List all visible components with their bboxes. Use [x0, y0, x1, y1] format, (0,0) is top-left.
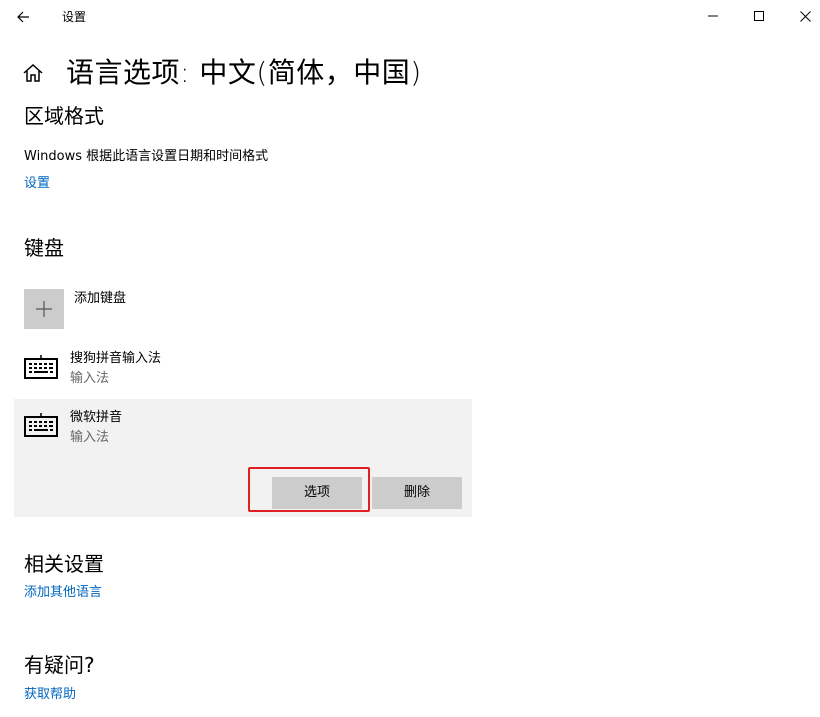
regional-format-description: Windows 根据此语言设置日期和时间格式	[24, 149, 269, 164]
home-button[interactable]	[22, 62, 46, 86]
add-keyboard-label[interactable]: 添加键盘	[74, 290, 126, 308]
keyboard-item-type: 输入法	[70, 371, 110, 386]
page-title: 语言选项: 中文(简体，中国)	[66, 56, 422, 89]
keyboard-item-name: 微软拼音	[70, 410, 123, 425]
keyboards-heading: 键盘	[24, 236, 64, 260]
regional-settings-link[interactable]: 设置	[24, 175, 50, 193]
keyboard-item-sogou[interactable]: 搜狗拼音输入法 输入法	[14, 341, 472, 397]
window-title: 设置	[62, 10, 87, 24]
keyboard-item-microsoft-pinyin[interactable]: 微软拼音 输入法 选项 删除	[14, 399, 472, 517]
help-heading: 有疑问?	[24, 653, 95, 677]
add-language-link[interactable]: 添加其他语言	[24, 584, 102, 602]
get-help-link[interactable]: 获取帮助	[24, 686, 76, 704]
close-button[interactable]	[782, 0, 820, 32]
close-icon	[799, 10, 811, 22]
add-keyboard-button[interactable]	[24, 289, 64, 329]
back-arrow-icon	[17, 11, 29, 23]
maximize-button[interactable]	[736, 0, 782, 32]
keyboard-item-type: 输入法	[70, 430, 110, 445]
maximize-icon	[754, 11, 764, 21]
remove-button[interactable]: 删除	[372, 477, 462, 509]
plus-icon	[36, 301, 52, 317]
home-icon	[23, 63, 43, 82]
keyboard-icon	[24, 413, 58, 437]
back-button[interactable]	[6, 4, 40, 30]
minimize-button[interactable]	[690, 0, 736, 32]
options-highlight-box	[248, 467, 370, 512]
related-settings-heading: 相关设置	[24, 552, 104, 576]
keyboard-item-name: 搜狗拼音输入法	[70, 351, 162, 366]
regional-format-heading: 区域格式	[24, 104, 104, 128]
minimize-icon	[708, 15, 718, 17]
keyboard-icon	[24, 355, 58, 379]
